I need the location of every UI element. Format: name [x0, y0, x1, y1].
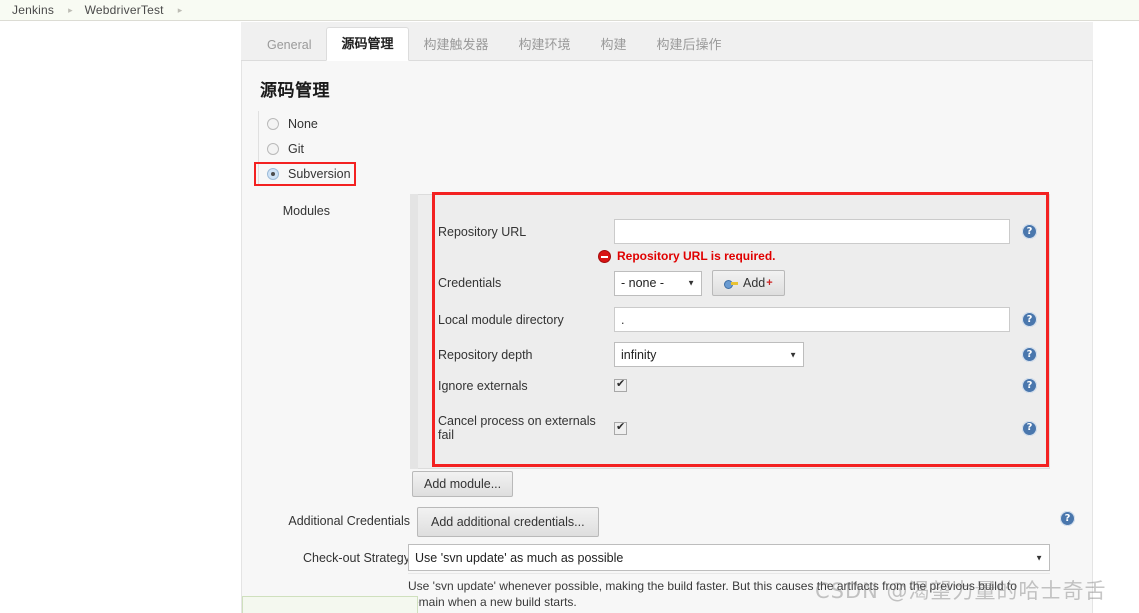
plus-icon: + [766, 277, 773, 289]
repository-url-error: Repository URL is required. [598, 249, 775, 263]
repository-depth-label: Repository depth [438, 347, 533, 362]
tab-post-build-actions[interactable]: 构建后操作 [642, 28, 737, 61]
tab-source-code-management[interactable]: 源码管理 [326, 27, 409, 61]
modules-gutter [410, 194, 418, 469]
modules-label: Modules [282, 204, 330, 218]
help-icon-repository-url[interactable]: ? [1022, 224, 1037, 239]
help-icon-ignore-externals[interactable]: ? [1022, 378, 1037, 393]
scm-option-none-label: None [288, 116, 318, 131]
bottom-left-green-box [242, 596, 418, 613]
ignore-externals-label: Ignore externals [438, 378, 528, 393]
radio-subversion-icon[interactable] [267, 167, 279, 180]
ignore-externals-checkbox[interactable] [614, 378, 627, 392]
help-icon-additional-credentials[interactable]: ? [1060, 511, 1075, 526]
checkout-strategy-description: Use 'svn update' whenever possible, maki… [408, 578, 1068, 610]
add-additional-credentials-button-label: Add additional credentials... [431, 515, 585, 529]
breadcrumb-separator-icon: ▸ [68, 4, 73, 15]
repository-url-input[interactable] [614, 219, 1010, 244]
tab-build[interactable]: 构建 [586, 28, 642, 61]
description-divider [408, 573, 1050, 574]
scm-option-subversion-label: Subversion [288, 166, 351, 181]
checkout-strategy-label: Check-out Strategy [303, 551, 410, 565]
credentials-row: Credentials - none - Add + [438, 270, 1058, 296]
credentials-select[interactable]: - none - [614, 270, 702, 296]
scm-option-git-label: Git [288, 141, 304, 156]
cancel-process-externals-row: Cancel process on externals fail ? [438, 414, 1058, 442]
scm-option-git[interactable]: Git [258, 136, 558, 161]
repository-depth-select-wrap[interactable]: infinity [614, 342, 804, 367]
repository-url-row: Repository URL ? [438, 219, 1058, 244]
breadcrumb-separator-icon-2: ▸ [177, 4, 183, 15]
add-module-button[interactable]: Add module... [412, 471, 514, 497]
right-margin [1093, 22, 1139, 613]
repository-depth-row: Repository depth infinity ? [438, 342, 1058, 367]
config-tabbar: General 源码管理 构建触发器 构建环境 构建 构建后操作 [241, 22, 1093, 61]
add-credentials-button[interactable]: Add + [712, 270, 785, 296]
breadcrumb-item-webdrivertest[interactable]: WebdriverTest [83, 3, 166, 17]
checkout-strategy-description-line1: Use 'svn update' whenever possible, maki… [408, 579, 1017, 593]
local-module-directory-row: Local module directory ? [438, 307, 1058, 332]
checkout-strategy-description-line2: remain when a new build starts. [408, 595, 577, 609]
radio-git-icon[interactable] [267, 142, 279, 155]
tab-build-environment[interactable]: 构建环境 [504, 28, 586, 61]
radio-none-icon[interactable] [267, 117, 279, 130]
scm-option-none[interactable]: None [258, 111, 558, 136]
local-module-directory-label: Local module directory [438, 312, 564, 327]
key-icon [724, 278, 738, 289]
repository-url-label: Repository URL [438, 224, 527, 239]
add-additional-credentials-button[interactable]: Add additional credentials... [417, 507, 599, 537]
help-icon-local-module-directory[interactable]: ? [1022, 312, 1037, 327]
repository-url-error-text: Repository URL is required. [617, 249, 776, 263]
checkout-strategy-select[interactable]: Use 'svn update' as much as possible [408, 544, 1050, 571]
help-icon-repository-depth[interactable]: ? [1022, 347, 1037, 362]
tab-general[interactable]: General [252, 29, 326, 62]
checkout-strategy-select-wrap[interactable]: Use 'svn update' as much as possible [408, 544, 1050, 571]
page-title: 源码管理 [260, 81, 330, 100]
add-module-button-label: Add module... [424, 477, 502, 491]
breadcrumb: Jenkins ▸ WebdriverTest ▸ [0, 0, 1139, 21]
help-icon-cancel-process-externals[interactable]: ? [1022, 420, 1037, 436]
breadcrumb-item-jenkins[interactable]: Jenkins [10, 3, 56, 17]
credentials-label: Credentials [438, 276, 502, 290]
local-module-directory-input[interactable] [614, 307, 1010, 332]
ignore-externals-row: Ignore externals ? [438, 378, 1058, 393]
cancel-process-externals-checkbox[interactable] [614, 421, 627, 435]
jenkins-job-config-page: Jenkins ▸ WebdriverTest ▸ General 源码管理 构… [0, 0, 1139, 613]
additional-credentials-label: Additional Credentials [288, 514, 410, 528]
config-content: 源码管理 None Git Subversion Modules Reposit… [242, 61, 1092, 613]
tab-build-triggers[interactable]: 构建触发器 [409, 28, 504, 61]
add-credentials-button-label: Add [743, 276, 766, 290]
scm-option-subversion[interactable]: Subversion [258, 161, 558, 186]
error-icon [598, 249, 611, 263]
cancel-process-externals-label: Cancel process on externals fail [438, 414, 596, 442]
credentials-select-wrap[interactable]: - none - [614, 270, 702, 296]
repository-depth-select[interactable]: infinity [614, 342, 804, 367]
scm-radio-group: None Git Subversion [258, 111, 558, 186]
